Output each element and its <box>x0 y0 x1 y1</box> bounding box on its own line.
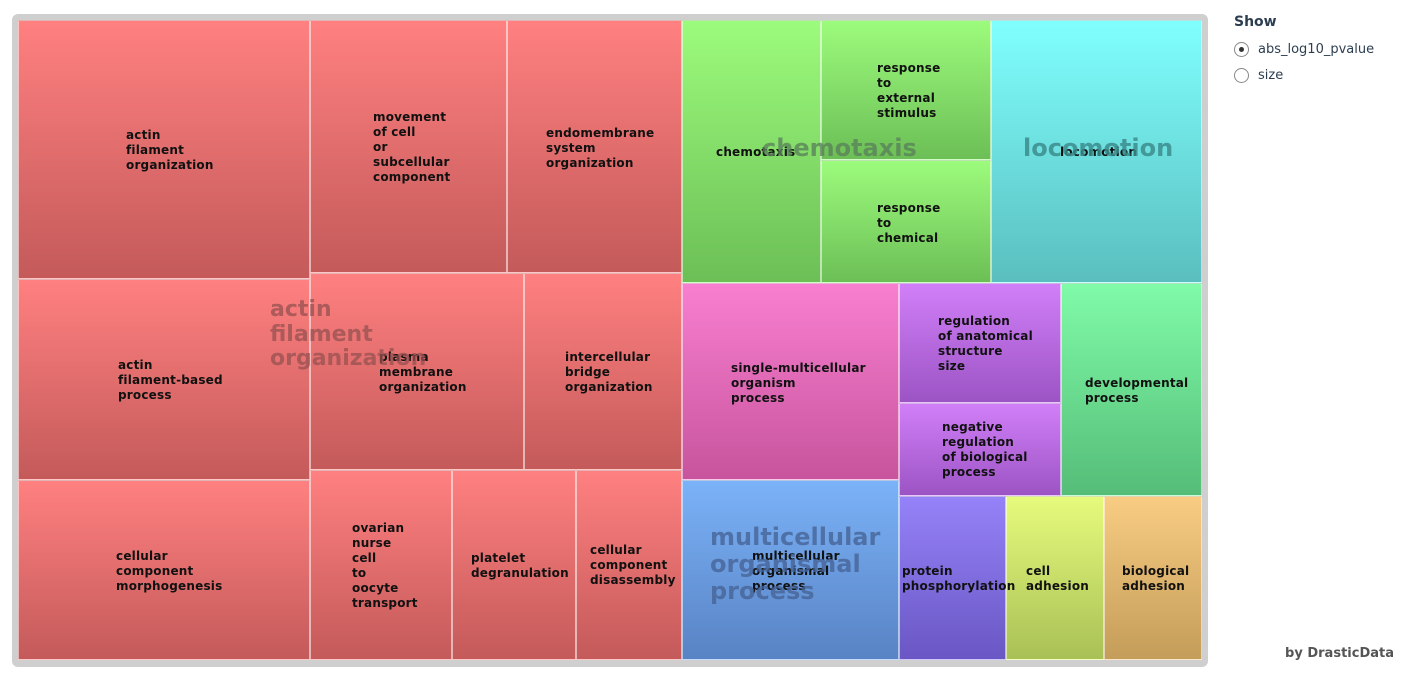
credit-text: by DrasticData <box>1285 646 1394 661</box>
tile-label-chemotaxis: chemotaxis <box>716 145 796 159</box>
radio-abs-log10-pvalue[interactable] <box>1234 41 1249 57</box>
radio-option-size[interactable]: size <box>1234 62 1404 88</box>
tile-label-endomembrane-system-organization: endomembrane system organization <box>546 126 655 170</box>
tile-label-cell-adhesion: cell adhesion <box>1026 564 1090 593</box>
tile-label-single-multicellular-organism-process: single-multicellular organism process <box>731 361 866 405</box>
show-legend: Show abs_log10_pvalue size <box>1234 14 1404 88</box>
tile-label-actin-filament-based-process: actin filament-based process <box>118 358 223 402</box>
tile-label-multicellular-organismal-process: multicellular organismal process <box>752 549 840 593</box>
treemap-chart: actin filament organization movement of c… <box>18 20 1202 660</box>
tile-label-regulation-of-anatomical-structure-size: regulation of anatomical structure size <box>938 314 1033 373</box>
tile-label-locomotion: locomotion <box>1060 145 1138 159</box>
tile-label-response-to-chemical: response to chemical <box>877 201 941 245</box>
tile-label-response-to-external-stimulus: response to external stimulus <box>877 61 941 120</box>
radio-size[interactable] <box>1234 67 1249 83</box>
tile-label-platelet-degranulation: platelet degranulation <box>471 551 569 580</box>
tile-label-plasma-membrane-organization: plasma membrane organization <box>379 350 467 394</box>
radio-label-abs-log10-pvalue: abs_log10_pvalue <box>1258 41 1375 57</box>
tile-label-actin-filament-organization: actin filament organization <box>126 128 214 172</box>
tile-label-protein-phosphorylation: protein phosphorylation <box>902 564 1016 593</box>
tile-label-developmental-process: developmental process <box>1085 376 1189 405</box>
tile-label-negative-regulation-of-biological-process: negative regulation of biological proces… <box>942 420 1028 479</box>
radio-option-abs-log10-pvalue[interactable]: abs_log10_pvalue <box>1234 36 1404 62</box>
tile-label-ovarian-nurse-cell-to-oocyte-transport: ovarian nurse cell to oocyte transport <box>352 521 418 610</box>
radio-label-size: size <box>1258 67 1284 83</box>
tile-label-intercellular-bridge-organization: intercellular bridge organization <box>565 350 653 394</box>
tile-label-biological-adhesion: biological adhesion <box>1122 564 1190 593</box>
show-title: Show <box>1234 14 1277 30</box>
tile-label-movement-of-cell-or-subcellular-component: movement of cell or subcellular componen… <box>373 110 451 184</box>
tile-label-cellular-component-morphogenesis: cellular component morphogenesis <box>116 549 223 593</box>
tile-label-cellular-component-disassembly: cellular component disassembly <box>590 543 676 587</box>
